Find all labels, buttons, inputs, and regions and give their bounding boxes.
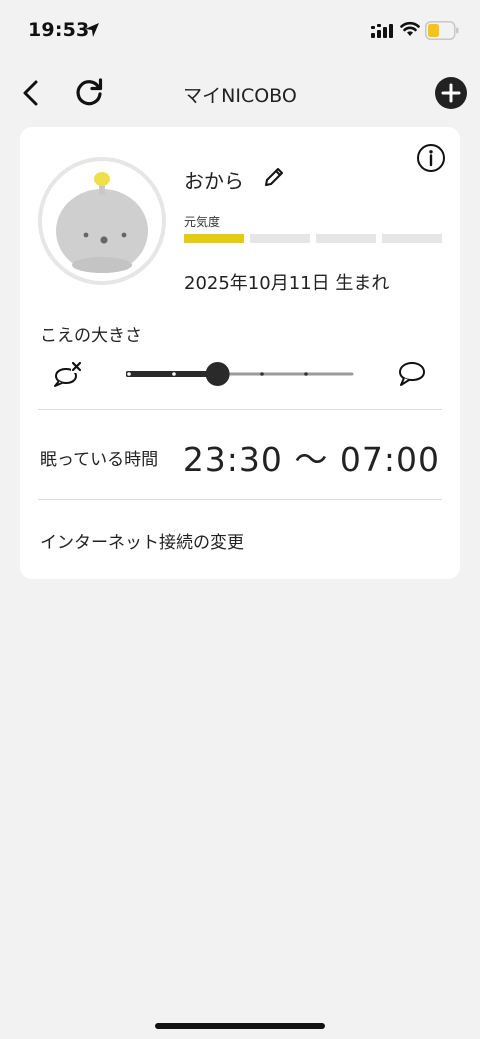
avatar [38, 157, 166, 285]
nicobo-robot-illustration [56, 172, 148, 273]
slider-tick [127, 372, 131, 376]
cellular-signal-icon [371, 24, 393, 38]
wifi-icon [400, 21, 420, 36]
add-button[interactable] [434, 76, 468, 110]
nav-bar: マイNICOBO [0, 68, 480, 118]
divider [38, 409, 442, 410]
info-button[interactable] [416, 143, 446, 173]
energy-label: 元気度 [184, 215, 221, 229]
slider-thumb[interactable] [205, 362, 230, 386]
page-title: マイNICOBO [183, 85, 297, 107]
edit-name-button[interactable] [262, 165, 286, 189]
energy-segment [382, 234, 442, 243]
sleep-label: 眠っている時間 [40, 450, 159, 470]
birth-date: 2025年10月11日 生まれ [184, 273, 390, 294]
status-time: 19:53 [28, 19, 90, 41]
nicobo-card: おから 元気度 2025年10月11日 生まれ こえの大きさ 眠っている時間 2… [20, 127, 460, 579]
energy-bar [184, 234, 442, 243]
divider [38, 499, 442, 500]
slider-tick [304, 372, 308, 376]
energy-segment [250, 234, 310, 243]
network-settings-link[interactable]: インターネット接続の変更 [40, 528, 244, 553]
volume-slider[interactable] [126, 360, 354, 388]
battery-icon [425, 21, 459, 40]
home-indicator [155, 1023, 325, 1029]
mute-speech-icon[interactable] [53, 359, 83, 389]
energy-segment [184, 234, 244, 243]
robot-name: おから [184, 169, 244, 193]
slider-tick [260, 372, 264, 376]
slider-tick [172, 372, 176, 376]
speech-bubble-icon[interactable] [397, 360, 427, 388]
energy-segment [316, 234, 376, 243]
status-bar: 19:53 [0, 0, 480, 60]
sleep-time-range[interactable]: 23:30 〜 07:00 [183, 433, 440, 481]
volume-label: こえの大きさ [40, 326, 142, 346]
location-arrow-icon [85, 23, 99, 37]
